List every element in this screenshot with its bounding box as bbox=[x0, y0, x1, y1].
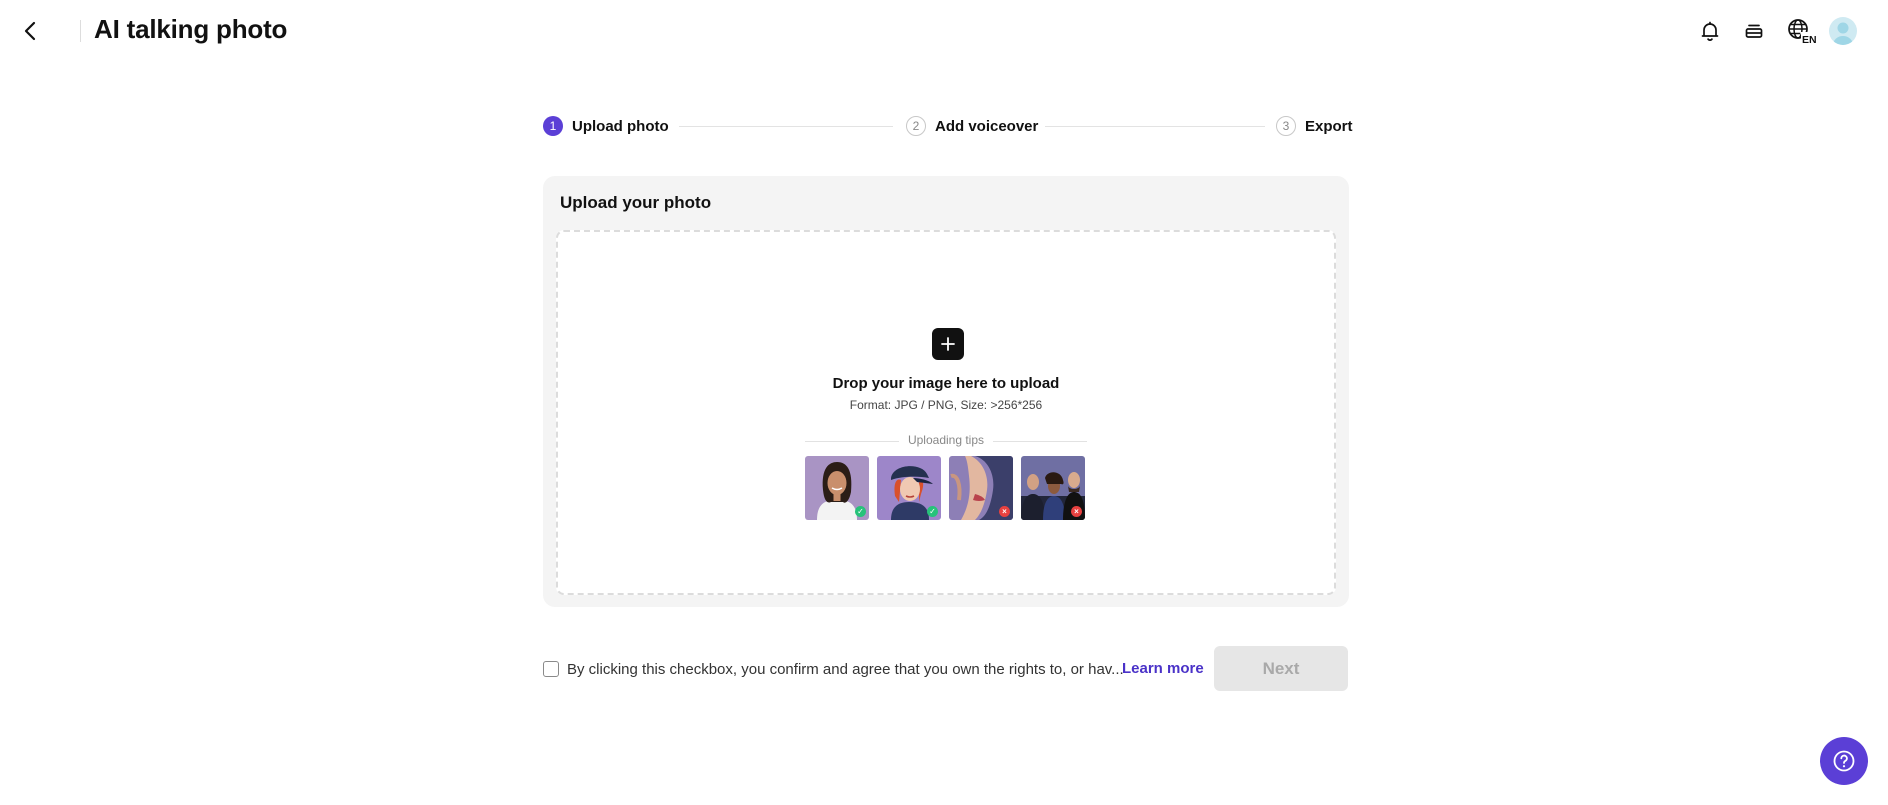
step-add-voiceover: 2 Add voiceover bbox=[906, 115, 1038, 137]
add-image-button[interactable] bbox=[932, 328, 964, 360]
back-button[interactable] bbox=[18, 17, 42, 45]
card-title: Upload your photo bbox=[560, 193, 712, 212]
progress-stepper: 1 Upload photo 2 Add voiceover 3 Export bbox=[543, 115, 1353, 137]
image-dropzone[interactable]: Drop your image here to upload Format: J… bbox=[556, 230, 1336, 595]
notifications-button[interactable] bbox=[1694, 15, 1726, 47]
format-hint: Format: JPG / PNG, Size: >256*256 bbox=[849, 398, 1043, 412]
step-export: 3 Export bbox=[1276, 115, 1353, 137]
plus-icon bbox=[941, 337, 955, 351]
step-connector bbox=[679, 126, 893, 127]
rights-agreement: By clicking this checkbox, you confirm a… bbox=[543, 658, 1124, 680]
learn-more-link[interactable]: Learn more bbox=[1122, 660, 1204, 677]
step-number: 2 bbox=[906, 116, 926, 136]
tip-example-cartoon: ✓ bbox=[877, 456, 941, 520]
tips-header: Uploading tips bbox=[805, 433, 1087, 449]
dropzone-title: Drop your image here to upload bbox=[832, 375, 1060, 392]
tip-example-front-face: ✓ bbox=[805, 456, 869, 520]
stack-icon bbox=[1745, 24, 1763, 38]
projects-button[interactable] bbox=[1738, 15, 1770, 47]
step-number: 1 bbox=[543, 116, 563, 136]
user-avatar-icon bbox=[1833, 22, 1853, 45]
step-number: 3 bbox=[1276, 116, 1296, 136]
globe-language-icon: EN bbox=[1788, 19, 1817, 45]
tip-example-partial-face: × bbox=[949, 456, 1013, 520]
check-badge-icon: ✓ bbox=[927, 506, 938, 517]
x-badge-icon: × bbox=[999, 506, 1010, 517]
upload-card: Upload your photo Drop your image here t… bbox=[543, 176, 1349, 607]
header-divider bbox=[80, 20, 81, 42]
tips-label: Uploading tips bbox=[907, 433, 985, 447]
step-connector bbox=[1045, 126, 1265, 127]
bell-icon bbox=[1701, 21, 1719, 41]
rights-checkbox[interactable] bbox=[543, 661, 559, 677]
chevron-left-icon bbox=[24, 21, 36, 41]
agreement-text: By clicking this checkbox, you confirm a… bbox=[567, 660, 1124, 678]
step-label: Export bbox=[1305, 117, 1353, 135]
top-header: AI talking photo EN bbox=[0, 0, 1888, 62]
tips-divider bbox=[993, 441, 1087, 442]
next-button[interactable]: Next bbox=[1214, 646, 1348, 691]
help-icon bbox=[1833, 750, 1855, 772]
step-label: Add voiceover bbox=[935, 117, 1039, 135]
tip-example-group: × bbox=[1021, 456, 1085, 520]
help-button[interactable] bbox=[1820, 737, 1868, 785]
language-button[interactable]: EN bbox=[1784, 15, 1820, 47]
check-badge-icon: ✓ bbox=[855, 506, 866, 517]
page-title: AI talking photo bbox=[94, 14, 288, 44]
language-code: EN bbox=[1802, 34, 1817, 45]
x-badge-icon: × bbox=[1071, 506, 1082, 517]
step-label: Upload photo bbox=[572, 117, 669, 135]
step-upload-photo: 1 Upload photo bbox=[543, 115, 669, 137]
avatar[interactable] bbox=[1829, 17, 1857, 45]
